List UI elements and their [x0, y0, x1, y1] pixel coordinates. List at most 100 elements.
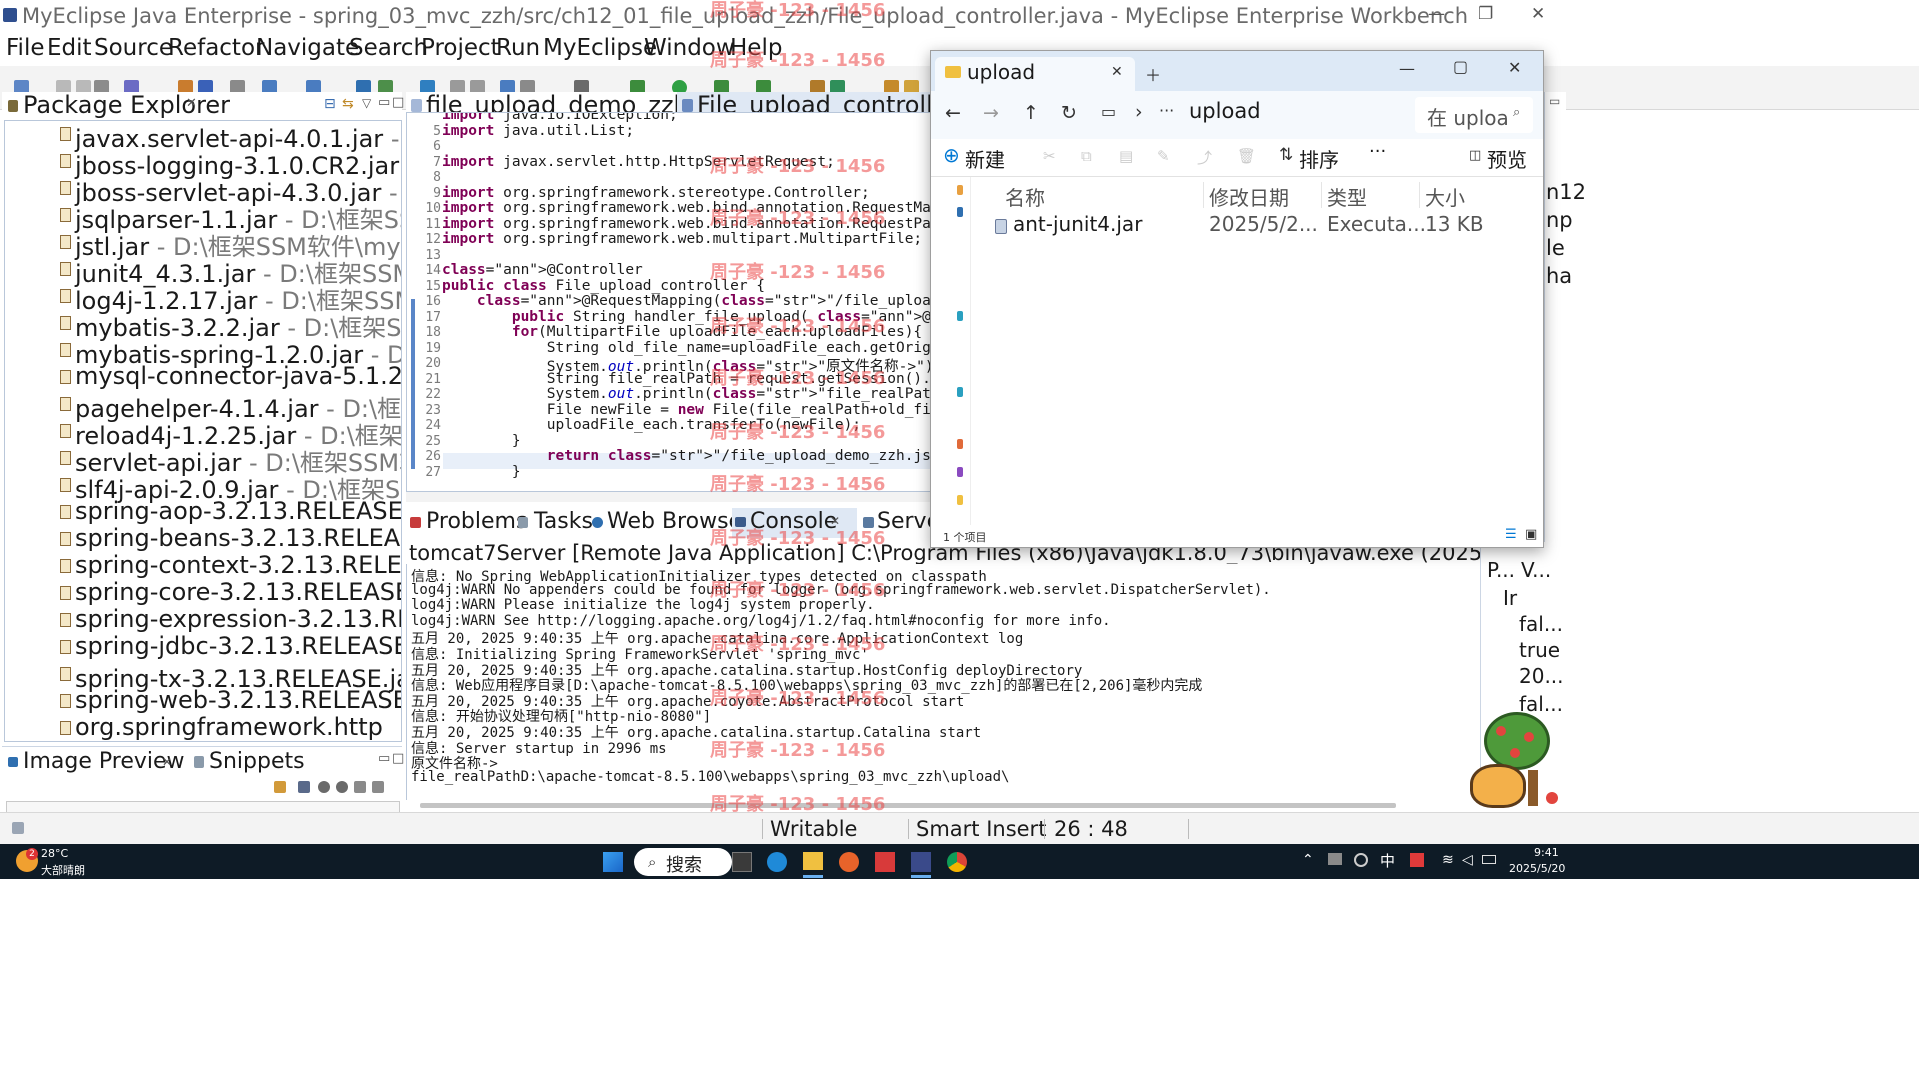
actual-size-icon[interactable] — [354, 781, 366, 793]
fit-window-icon[interactable] — [372, 781, 384, 793]
maximize-view-icon[interactable]: □ — [392, 95, 404, 110]
menu-run[interactable]: Run — [496, 35, 540, 61]
refresh-preview-icon[interactable] — [274, 781, 286, 793]
taskbar-search[interactable]: ⌕ 搜索 — [634, 848, 732, 876]
more-options-button[interactable]: ··· — [1369, 141, 1386, 162]
close-view-icon[interactable]: ✕ — [186, 96, 197, 111]
address-bar[interactable]: upload — [1189, 99, 1261, 123]
delete-icon[interactable]: 🗑 — [1237, 147, 1256, 165]
clock-time[interactable]: 9:41 — [1534, 846, 1559, 859]
minimize-icon[interactable]: — — [1399, 59, 1415, 78]
file-row[interactable]: ant-junit4.jar 2025/5/2... Executa... 13… — [971, 211, 1543, 241]
file-explorer-icon[interactable] — [803, 852, 823, 870]
paste-icon[interactable]: ▤ — [1119, 147, 1133, 165]
minimize-view-icon[interactable]: ▭ — [378, 95, 390, 110]
col-header-value[interactable]: V... — [1521, 558, 1551, 582]
col-header-name[interactable]: P... — [1487, 558, 1515, 582]
volume-icon[interactable]: ◁ — [1462, 852, 1473, 868]
nav-item-icon[interactable] — [957, 185, 963, 195]
share-icon[interactable]: ⤴ — [1197, 147, 1212, 168]
breadcrumb-chevron-icon[interactable]: › — [1135, 101, 1143, 123]
col-type[interactable]: 类型 — [1327, 182, 1367, 211]
clock-date[interactable]: 2025/5/20 — [1509, 862, 1565, 875]
sort-icon[interactable]: ⇅ — [1279, 145, 1293, 165]
view-menu-icon[interactable]: ▽ — [362, 96, 371, 110]
close-icon[interactable]: ✕ — [1508, 58, 1521, 77]
edge-icon[interactable] — [767, 852, 787, 872]
package-explorer-title[interactable]: Package Explorer — [23, 91, 230, 119]
menu-myeclipse[interactable]: MyEclipse — [543, 35, 657, 61]
minimize-view-icon[interactable]: ▭ — [378, 751, 390, 766]
cut-icon[interactable]: ✂ — [1043, 147, 1056, 165]
new-plus-icon[interactable]: ⊕ — [943, 143, 960, 167]
col-date[interactable]: 修改日期 — [1209, 182, 1289, 211]
image-preview-title[interactable]: Image Preview — [23, 749, 185, 774]
menu-source[interactable]: Source — [94, 35, 173, 61]
tab-snippets[interactable]: Snippets — [209, 749, 305, 774]
new-button[interactable]: 新建 — [965, 144, 1005, 173]
menu-navigate[interactable]: Navigate — [256, 35, 359, 61]
monitor-icon[interactable]: ▭ — [1101, 102, 1116, 121]
maximize-view-icon[interactable]: □ — [392, 751, 404, 766]
collapse-all-icon[interactable]: ⊟ — [324, 96, 336, 112]
nav-item-icon[interactable] — [957, 387, 963, 397]
new-tab-icon[interactable]: ＋ — [1145, 62, 1161, 86]
tray-app-icon[interactable] — [1328, 853, 1342, 865]
copy-icon[interactable]: ⧉ — [1081, 147, 1092, 165]
forward-arrow-icon[interactable]: → — [983, 102, 999, 124]
wps-icon[interactable] — [875, 852, 895, 872]
close-icon[interactable]: ✕ — [1531, 4, 1545, 24]
more-path-icon[interactable]: ··· — [1159, 101, 1174, 120]
minimize-view-icon[interactable]: ▭ — [1549, 94, 1560, 108]
nav-item-icon[interactable] — [957, 311, 963, 321]
search-icon[interactable]: ⌕ — [1513, 105, 1520, 120]
tray-sync-icon[interactable] — [1354, 853, 1368, 867]
maximize-icon[interactable]: ❐ — [1478, 4, 1493, 24]
menu-search[interactable]: Search — [349, 35, 428, 61]
tray-antivirus-icon[interactable] — [1410, 853, 1424, 867]
console-output[interactable]: 信息: No Spring WebApplicationInitializer … — [406, 564, 1480, 800]
menu-edit[interactable]: Edit — [47, 35, 92, 61]
ime-indicator[interactable]: 中 — [1380, 850, 1395, 871]
rename-icon[interactable]: ✎ — [1157, 147, 1170, 165]
nav-item-icon[interactable] — [957, 439, 963, 449]
link-editor-icon[interactable]: ⇆ — [342, 96, 354, 112]
explorer-tab-upload[interactable]: upload ✕ — [935, 57, 1135, 91]
refresh-icon[interactable]: ↻ — [1061, 102, 1077, 124]
firefox-icon[interactable] — [839, 852, 859, 872]
tab-problems[interactable]: Problems — [426, 509, 527, 534]
weather-desc[interactable]: 大部晴朗 — [41, 862, 85, 878]
back-arrow-icon[interactable]: ← — [945, 102, 961, 124]
nav-item-icon[interactable] — [957, 207, 963, 217]
nav-item-icon[interactable] — [957, 467, 963, 477]
tree-item-jar[interactable]: org.springframework.http — [60, 713, 383, 741]
nav-item-icon[interactable] — [957, 495, 963, 505]
menu-refactor[interactable]: Refactor — [168, 35, 264, 61]
up-arrow-icon[interactable]: ↑ — [1023, 102, 1039, 124]
myeclipse-icon[interactable] — [911, 852, 931, 872]
details-view-icon[interactable]: ☰ — [1505, 527, 1517, 542]
fit-icon[interactable] — [298, 781, 310, 793]
task-view-icon[interactable] — [732, 852, 752, 872]
chrome-icon[interactable] — [947, 852, 967, 872]
zoom-out-icon[interactable] — [318, 781, 330, 793]
minimize-icon[interactable]: — — [1428, 4, 1445, 24]
battery-icon[interactable] — [1482, 855, 1496, 864]
search-box[interactable]: 在 uploa ⌕ — [1415, 97, 1533, 133]
zoom-in-icon[interactable] — [336, 781, 348, 793]
wifi-icon[interactable]: ≋ — [1442, 852, 1454, 868]
menu-file[interactable]: File — [6, 35, 45, 61]
close-view-icon[interactable]: ✕ — [162, 755, 172, 769]
col-name[interactable]: 名称 — [1005, 182, 1045, 211]
sort-button[interactable]: 排序 — [1299, 144, 1339, 173]
close-tab-icon[interactable]: ✕ — [1111, 64, 1123, 80]
console-hscrollbar[interactable] — [420, 803, 1396, 808]
weather-temp[interactable]: 28°C — [41, 847, 68, 860]
tab-tasks[interactable]: Tasks — [534, 509, 593, 534]
preview-pane-icon[interactable]: ◫ — [1469, 148, 1481, 163]
col-size[interactable]: 大小 — [1425, 182, 1465, 211]
fast-view-icon[interactable] — [12, 822, 24, 834]
menu-project[interactable]: Project — [421, 35, 500, 61]
tray-expand-icon[interactable]: ⌃ — [1302, 852, 1314, 868]
preview-button[interactable]: 预览 — [1487, 144, 1527, 173]
